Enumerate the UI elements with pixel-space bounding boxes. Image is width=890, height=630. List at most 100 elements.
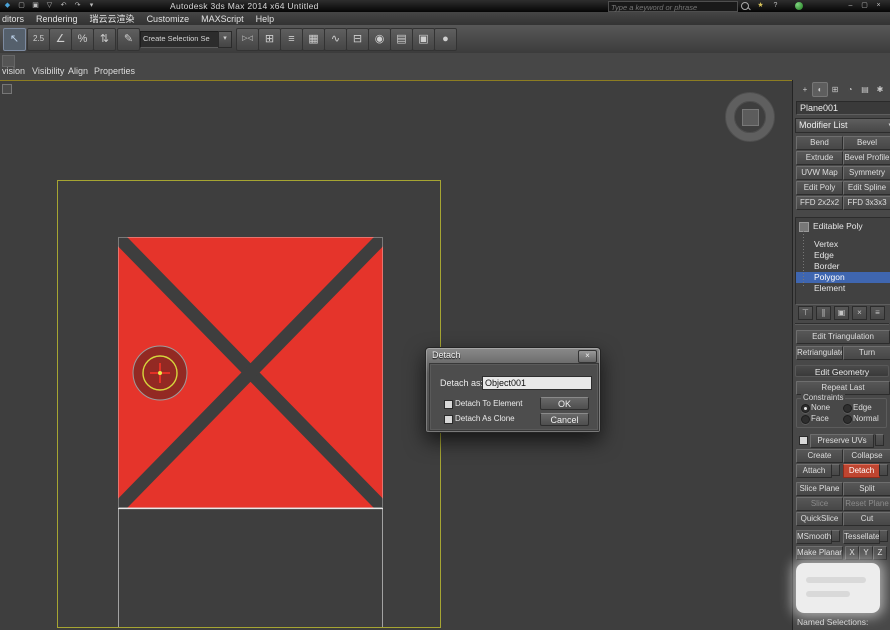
tab-hierarchy[interactable]: ⊞ xyxy=(827,82,843,97)
schematic-view-icon[interactable]: ⊟ xyxy=(346,28,369,51)
stack-item-edge[interactable]: Edge xyxy=(796,250,890,261)
undo-icon[interactable]: ↶ xyxy=(58,1,69,11)
msmooth-settings-button[interactable] xyxy=(831,530,840,542)
constraint-face-label[interactable]: Face xyxy=(811,414,829,423)
app-menu-icon[interactable]: ◆ xyxy=(2,1,13,11)
ribbon-toggle-icon[interactable]: ▦ xyxy=(302,28,325,51)
stack-item-border[interactable]: Border xyxy=(796,261,890,272)
tab-utilities[interactable]: ✱ xyxy=(872,82,888,97)
tessellate-settings-button[interactable] xyxy=(879,530,888,542)
angle-snap-icon[interactable]: ∠ xyxy=(49,28,72,51)
make-planar-x-button[interactable]: X xyxy=(845,546,859,560)
gizmo-center[interactable] xyxy=(158,371,162,375)
quickslice-button[interactable]: QuickSlice xyxy=(796,512,843,526)
menu-item-customize[interactable]: Customize xyxy=(141,14,196,24)
stack-item-polygon[interactable]: Polygon xyxy=(796,272,890,283)
infocenter-search-input[interactable] xyxy=(609,3,741,12)
detach-dialog[interactable]: Detach × Detach as: Detach To Element De… xyxy=(425,347,601,433)
detach-as-field[interactable] xyxy=(482,376,592,390)
modifier-button-bend[interactable]: Bend xyxy=(796,136,843,150)
close-icon[interactable]: × xyxy=(873,1,884,11)
modifier-button-uvw-map[interactable]: UVW Map xyxy=(796,166,843,180)
attach-settings-button[interactable] xyxy=(831,464,840,476)
help-icon[interactable]: ? xyxy=(770,1,781,11)
edit-triangulation-button[interactable]: Edit Triangulation xyxy=(796,330,890,344)
turn-button[interactable]: Turn xyxy=(843,346,890,360)
modifier-button-symmetry[interactable]: Symmetry xyxy=(843,166,890,180)
tab-modify[interactable]: ◐ xyxy=(812,82,828,97)
split-button[interactable]: Split xyxy=(843,482,890,496)
make-planar-y-button[interactable]: Y xyxy=(859,546,873,560)
stack-item-editable-poly[interactable]: Editable Poly xyxy=(813,221,863,231)
preserve-uvs-settings-button[interactable] xyxy=(875,434,884,446)
select-object-icon[interactable]: ↖ xyxy=(3,28,26,51)
search-icon[interactable] xyxy=(741,2,749,10)
named-selection-sets-dropdown-icon[interactable]: ▾ xyxy=(218,31,232,48)
menu-item-rendering[interactable]: Rendering xyxy=(30,14,84,24)
dialog-close-icon[interactable]: × xyxy=(578,350,597,363)
curve-editor-icon[interactable]: ∿ xyxy=(324,28,347,51)
ribbon-tab-vision[interactable]: vision xyxy=(2,66,25,76)
menu-item-maxscript[interactable]: MAXScript xyxy=(195,14,250,24)
reset-plane-button[interactable]: Reset Plane xyxy=(843,497,890,511)
render-setup-icon[interactable]: ▤ xyxy=(390,28,413,51)
constraint-normal-radio[interactable] xyxy=(843,415,852,424)
make-unique-icon[interactable]: ▣ xyxy=(834,306,849,320)
percent-snap-icon[interactable]: % xyxy=(71,28,94,51)
menu-item-cloud-render[interactable]: 瑞云云渲染 xyxy=(84,12,141,25)
preserve-uvs-checkbox[interactable] xyxy=(799,436,808,445)
detach-as-clone-checkbox[interactable] xyxy=(444,415,453,424)
stack-item-element[interactable]: Element xyxy=(796,283,890,294)
remove-modifier-icon[interactable]: × xyxy=(852,306,867,320)
material-editor-icon[interactable]: ◉ xyxy=(368,28,391,51)
infocenter-search[interactable] xyxy=(608,1,738,12)
constraint-edge-label[interactable]: Edge xyxy=(853,403,872,412)
redo-icon[interactable]: ↷ xyxy=(72,1,83,11)
modifier-button-extrude[interactable]: Extrude xyxy=(796,151,843,165)
ribbon-tab-properties[interactable]: Properties xyxy=(94,66,135,76)
detach-button[interactable]: Detach xyxy=(843,464,880,478)
tab-create[interactable]: + xyxy=(797,82,813,97)
viewport-front[interactable] xyxy=(0,80,792,630)
align-icon[interactable]: ⊞ xyxy=(258,28,281,51)
collapse-button[interactable]: Collapse xyxy=(843,449,890,463)
ribbon-tab-visibility[interactable]: Visibility xyxy=(32,66,64,76)
constraint-face-radio[interactable] xyxy=(801,415,810,424)
object-name-field[interactable]: Plane001 xyxy=(796,101,890,115)
edit-geometry-rollout-header[interactable]: Edit Geometry xyxy=(795,365,889,377)
ok-button[interactable]: OK xyxy=(540,397,589,410)
mirror-icon[interactable]: ▷◁ xyxy=(236,28,259,51)
render-production-icon[interactable]: ● xyxy=(434,28,457,51)
viewcube-gizmo[interactable] xyxy=(726,93,774,141)
constraint-none-label[interactable]: None xyxy=(811,403,830,412)
detach-settings-button[interactable] xyxy=(879,464,888,476)
show-end-result-icon[interactable]: ∥ xyxy=(816,306,831,320)
stack-item-vertex[interactable]: Vertex xyxy=(796,239,890,250)
constraint-normal-label[interactable]: Normal xyxy=(853,414,879,423)
make-planar-button[interactable]: Make Planar xyxy=(796,546,843,560)
edit-named-selection-sets-icon[interactable]: ✎ xyxy=(117,28,140,51)
minimize-icon[interactable]: – xyxy=(845,1,856,11)
layer-manager-icon[interactable]: ≡ xyxy=(280,28,303,51)
detach-to-element-checkbox[interactable] xyxy=(444,400,453,409)
rendered-frame-window-icon[interactable]: ▣ xyxy=(412,28,435,51)
cancel-button[interactable]: Cancel xyxy=(540,413,589,426)
snaps-toggle-icon[interactable]: 2.5 xyxy=(27,28,50,51)
retriangulate-button[interactable]: Retriangulate xyxy=(796,346,843,360)
modifier-list-dropdown[interactable]: Modifier List ▾ xyxy=(795,118,890,133)
maximize-icon[interactable]: ▢ xyxy=(859,1,870,11)
new-file-icon[interactable]: ▢ xyxy=(16,1,27,11)
attach-button[interactable]: Attach xyxy=(796,464,832,478)
detach-to-element-label[interactable]: Detach To Element xyxy=(455,399,522,408)
configure-modifier-sets-icon[interactable]: ≡ xyxy=(870,306,885,320)
modifier-button-ffd3x3x3[interactable]: FFD 3x3x3 xyxy=(843,196,890,210)
rotate-gizmo[interactable] xyxy=(133,346,187,400)
tab-display[interactable]: ▤ xyxy=(857,82,873,97)
open-file-icon[interactable]: ▣ xyxy=(30,1,41,11)
named-selection-sets-combo[interactable]: Create Selection Se xyxy=(140,31,222,48)
scene-canvas[interactable] xyxy=(0,81,792,630)
tessellate-button[interactable]: Tessellate xyxy=(843,530,880,544)
modifier-button-ffd2x2x2[interactable]: FFD 2x2x2 xyxy=(796,196,843,210)
constraint-none-radio[interactable] xyxy=(801,404,810,413)
modifier-button-edit-poly[interactable]: Edit Poly xyxy=(796,181,843,195)
